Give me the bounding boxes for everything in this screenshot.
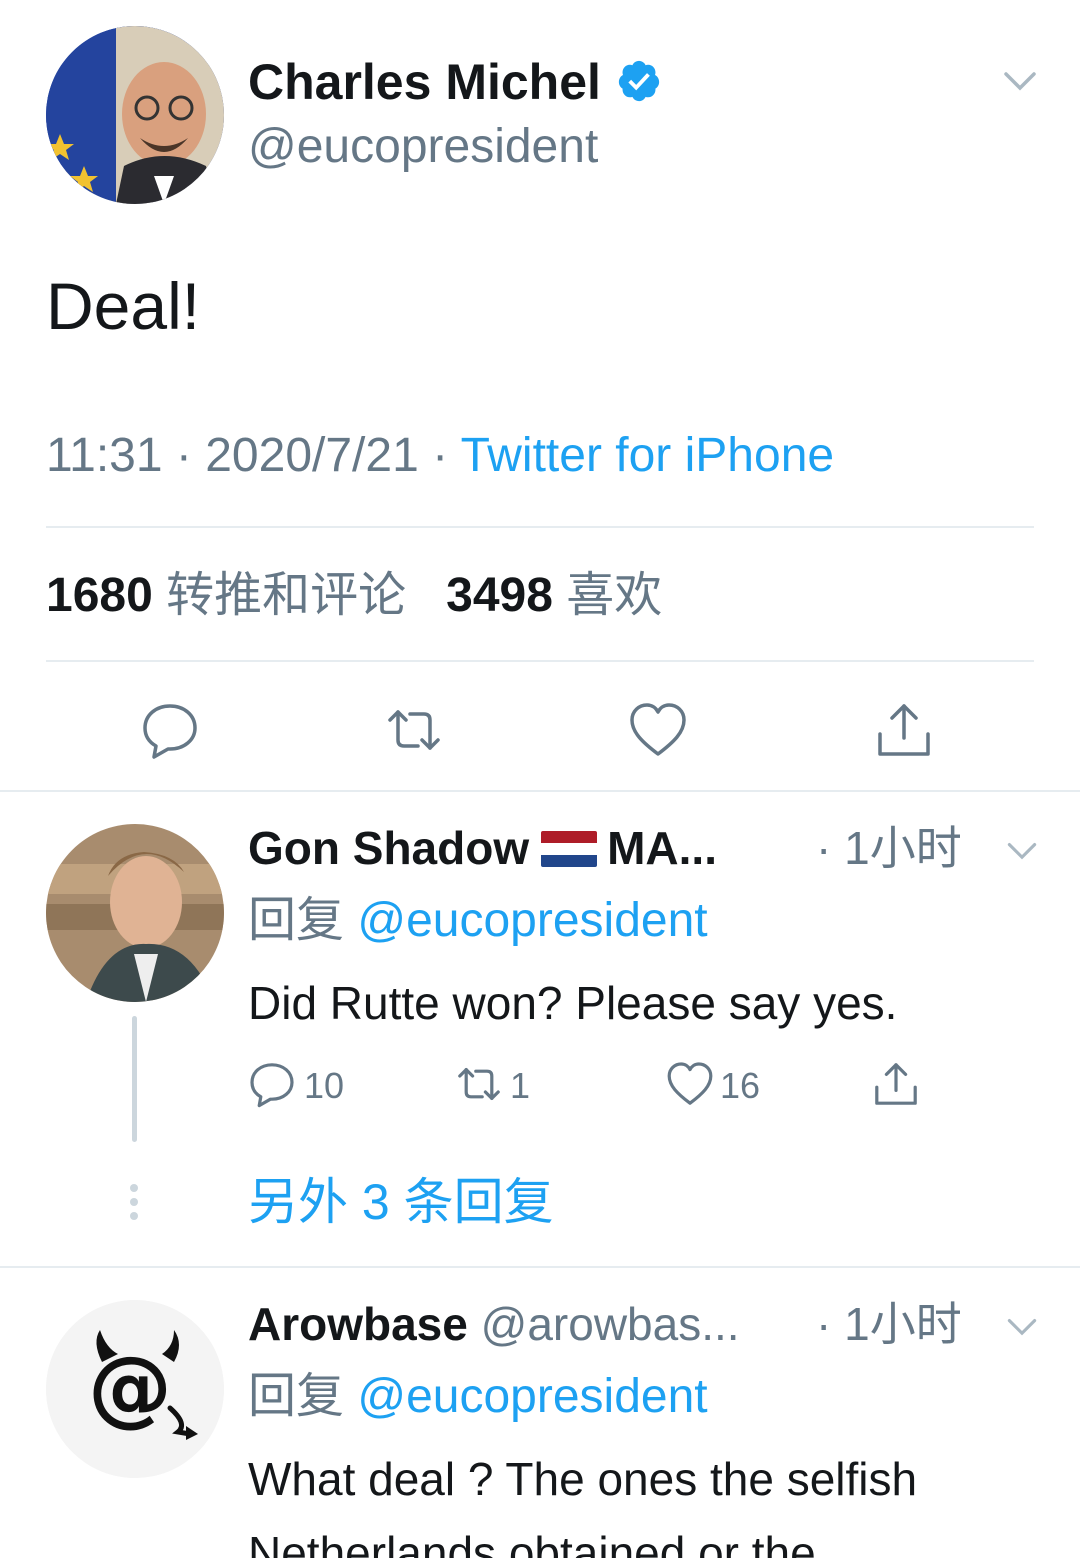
thread-line xyxy=(132,1016,137,1142)
reply-prefix: 回复 xyxy=(248,894,345,947)
more-dots-icon xyxy=(130,1184,138,1220)
share-icon[interactable] xyxy=(874,700,934,760)
reply-icon[interactable] xyxy=(248,1060,296,1108)
author-handle[interactable]: @eucopresident xyxy=(248,118,598,176)
reply-icon[interactable] xyxy=(140,700,200,760)
reply-count: 10 xyxy=(304,1065,345,1106)
tweet-source-link[interactable]: Twitter for iPhone xyxy=(461,429,835,482)
chevron-down-icon[interactable] xyxy=(1004,1308,1040,1344)
retweets-count[interactable]: 1680 xyxy=(46,569,153,622)
mention-link[interactable]: @eucopresident xyxy=(357,1370,707,1423)
like-icon[interactable] xyxy=(628,700,688,760)
tweet-stats: 1680 转推和评论 3498 喜欢 xyxy=(46,566,662,626)
like-icon[interactable] xyxy=(666,1060,714,1108)
separator-dot: · xyxy=(432,429,461,482)
mention-link[interactable]: @eucopresident xyxy=(357,894,707,947)
reply-to-line: 回复 @eucopresident xyxy=(248,1368,708,1426)
retweet-icon[interactable] xyxy=(454,1060,504,1108)
reply-author-name-text: Gon Shadow xyxy=(248,822,530,874)
reply-author-handle[interactable]: @arowbas... xyxy=(481,1298,740,1350)
tweet-meta: 11:31 · 2020/7/21 · Twitter for iPhone xyxy=(46,428,834,484)
reply-time: · 1小时 xyxy=(816,1298,962,1350)
reply-author-name[interactable]: Arowbase @arowbas... xyxy=(248,1296,740,1352)
chevron-down-icon[interactable] xyxy=(1004,832,1040,868)
likes-count[interactable]: 3498 xyxy=(446,569,553,622)
reply-text: Did Rutte won? Please say yes. xyxy=(248,977,898,1029)
reply-avatar[interactable]: @ xyxy=(46,1300,224,1478)
separator-dot: · xyxy=(175,429,206,482)
author-name[interactable]: Charles Michel xyxy=(248,52,601,112)
share-icon[interactable] xyxy=(872,1060,920,1108)
reply-author-name[interactable]: Gon Shadow MA... xyxy=(248,820,717,876)
reply-prefix: 回复 xyxy=(248,1370,345,1423)
chevron-down-icon[interactable] xyxy=(1000,60,1040,100)
reply-to-line: 回复 @eucopresident xyxy=(248,892,708,950)
divider xyxy=(0,1266,1080,1268)
show-more-replies-link[interactable]: 另外 3 条回复 xyxy=(248,1172,554,1232)
tweet-time: 11:31 xyxy=(46,429,163,482)
retweet-icon[interactable] xyxy=(384,700,444,760)
reply-text: What deal ? The ones the selfish Netherl… xyxy=(248,1453,918,1558)
netherlands-flag-icon xyxy=(541,830,598,867)
tweet-text: Deal! xyxy=(46,269,201,343)
reply-author-name-text: Arowbase xyxy=(248,1298,468,1350)
reply-author-name-suffix: MA... xyxy=(607,822,717,874)
reply-time: · 1小时 xyxy=(816,822,962,874)
divider xyxy=(0,790,1080,792)
like-count: 16 xyxy=(720,1065,761,1106)
tweet-date: 2020/7/21 xyxy=(205,429,419,482)
verified-badge-icon xyxy=(618,60,660,102)
retweets-label[interactable]: 转推和评论 xyxy=(166,569,406,622)
likes-label[interactable]: 喜欢 xyxy=(566,569,662,622)
author-avatar[interactable] xyxy=(46,26,224,204)
divider xyxy=(46,660,1034,662)
reply-avatar[interactable] xyxy=(46,824,224,1002)
retweet-count: 1 xyxy=(510,1065,531,1106)
divider xyxy=(46,526,1034,528)
